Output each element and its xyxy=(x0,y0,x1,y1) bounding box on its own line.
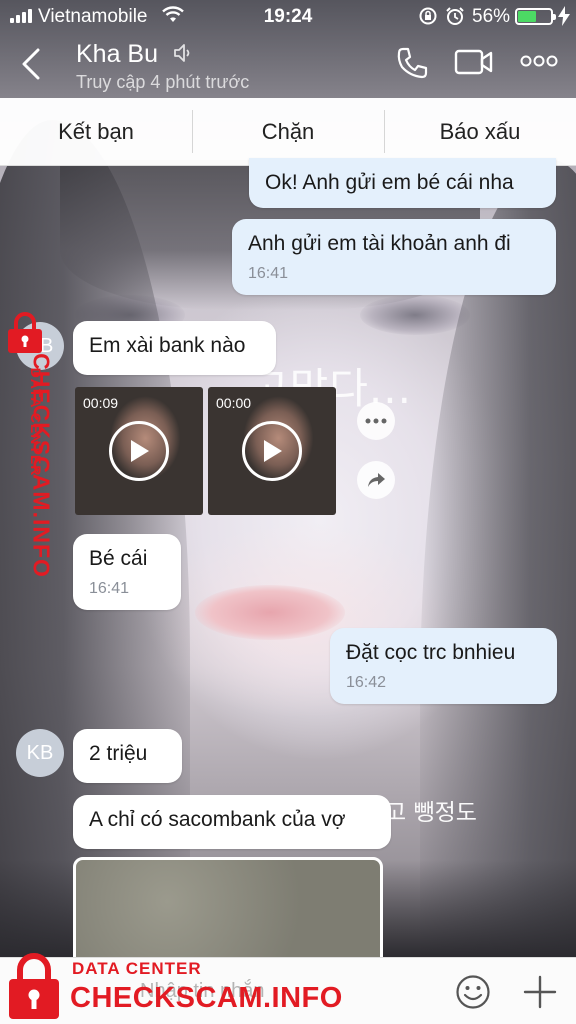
watermark-side: DATA CENTER CHECKSCAM.INFO xyxy=(6,312,62,592)
message-options-button[interactable] xyxy=(357,402,395,440)
back-button[interactable] xyxy=(14,42,48,86)
chat-header: Vietnamobile 19:24 56% Kha Bu Truy cập 4… xyxy=(0,0,576,98)
message-time: 16:42 xyxy=(346,674,387,691)
message-text: Anh gửi em tài khoản anh đi xyxy=(248,232,511,255)
battery-fill xyxy=(518,11,536,22)
video-duration: 00:00 xyxy=(216,395,252,411)
video-call-button[interactable] xyxy=(454,48,494,81)
message-text: Bé cái xyxy=(89,547,148,570)
message-text: Ok! Anh gửi em bé cái nha xyxy=(265,171,514,194)
more-options-button[interactable] xyxy=(520,54,558,73)
message-incoming[interactable]: Em xài bank nào xyxy=(73,321,276,375)
message-text: 2 triệu xyxy=(89,742,148,765)
muted-speaker-icon xyxy=(172,42,194,69)
battery-percent: 56% xyxy=(472,6,511,27)
video-duration: 00:09 xyxy=(83,395,119,411)
alarm-icon xyxy=(445,6,465,32)
message-text: A chỉ có sacombank của vợ xyxy=(89,808,346,831)
message-text: Đặt cọc trc bnhieu xyxy=(346,641,516,664)
attach-button[interactable] xyxy=(522,974,558,1015)
add-friend-button[interactable]: Kết bạn xyxy=(0,98,192,165)
message-text: Em xài bank nào xyxy=(89,334,246,357)
rotation-lock-icon xyxy=(418,6,438,32)
avatar[interactable]: KB xyxy=(16,729,64,777)
more-horizontal-icon xyxy=(365,418,387,424)
message-incoming[interactable]: 2 triệu xyxy=(73,729,182,783)
video-camera-icon xyxy=(454,49,493,75)
more-horizontal-icon xyxy=(520,55,558,67)
message-incoming[interactable]: A chỉ có sacombank của vợ xyxy=(73,795,391,849)
message-time: 16:41 xyxy=(89,580,130,597)
charging-icon xyxy=(558,6,570,31)
smiley-icon xyxy=(456,975,490,1009)
video-message[interactable]: 00:00 xyxy=(208,387,336,515)
play-icon xyxy=(242,421,302,481)
report-button[interactable]: Báo xấu xyxy=(384,98,576,165)
voice-call-button[interactable] xyxy=(395,46,429,85)
emoji-button[interactable] xyxy=(455,974,491,1015)
status-bar: Vietnamobile 19:24 56% xyxy=(0,0,576,32)
forward-message-button[interactable] xyxy=(357,461,395,499)
message-time: 16:41 xyxy=(248,265,289,282)
watermark-line2: CHECKSCAM.INFO xyxy=(70,982,343,1014)
watermark-side-line2: CHECKSCAM.INFO xyxy=(28,353,55,578)
contact-name[interactable]: Kha Bu xyxy=(76,40,158,69)
block-button[interactable]: Chặn xyxy=(192,98,384,165)
message-outgoing[interactable]: Đặt cọc trc bnhieu 16:42 xyxy=(330,628,557,704)
lock-icon xyxy=(9,953,59,1019)
message-outgoing[interactable]: Anh gửi em tài khoản anh đi 16:41 xyxy=(232,219,556,295)
wallpaper-lips xyxy=(195,585,345,640)
watermark-bottom: DATA CENTER CHECKSCAM.INFO xyxy=(6,947,366,1024)
share-arrow-icon xyxy=(368,473,385,487)
wallpaper-text-2: 고 뺑정도 xyxy=(385,800,477,826)
video-message[interactable]: 00:09 xyxy=(75,387,203,515)
message-incoming[interactable]: Bé cái 16:41 xyxy=(73,534,181,610)
last-seen-status: Truy cập 4 phút trước xyxy=(76,72,250,92)
message-outgoing[interactable]: Ok! Anh gửi em bé cái nha xyxy=(249,158,556,208)
play-icon xyxy=(109,421,169,481)
plus-icon xyxy=(523,975,557,1009)
battery-icon xyxy=(515,8,556,25)
watermark-line1: DATA CENTER xyxy=(72,959,202,978)
chevron-left-icon xyxy=(22,48,40,80)
phone-icon xyxy=(397,47,428,79)
stranger-action-bar: Kết bạn Chặn Báo xấu xyxy=(0,98,576,166)
